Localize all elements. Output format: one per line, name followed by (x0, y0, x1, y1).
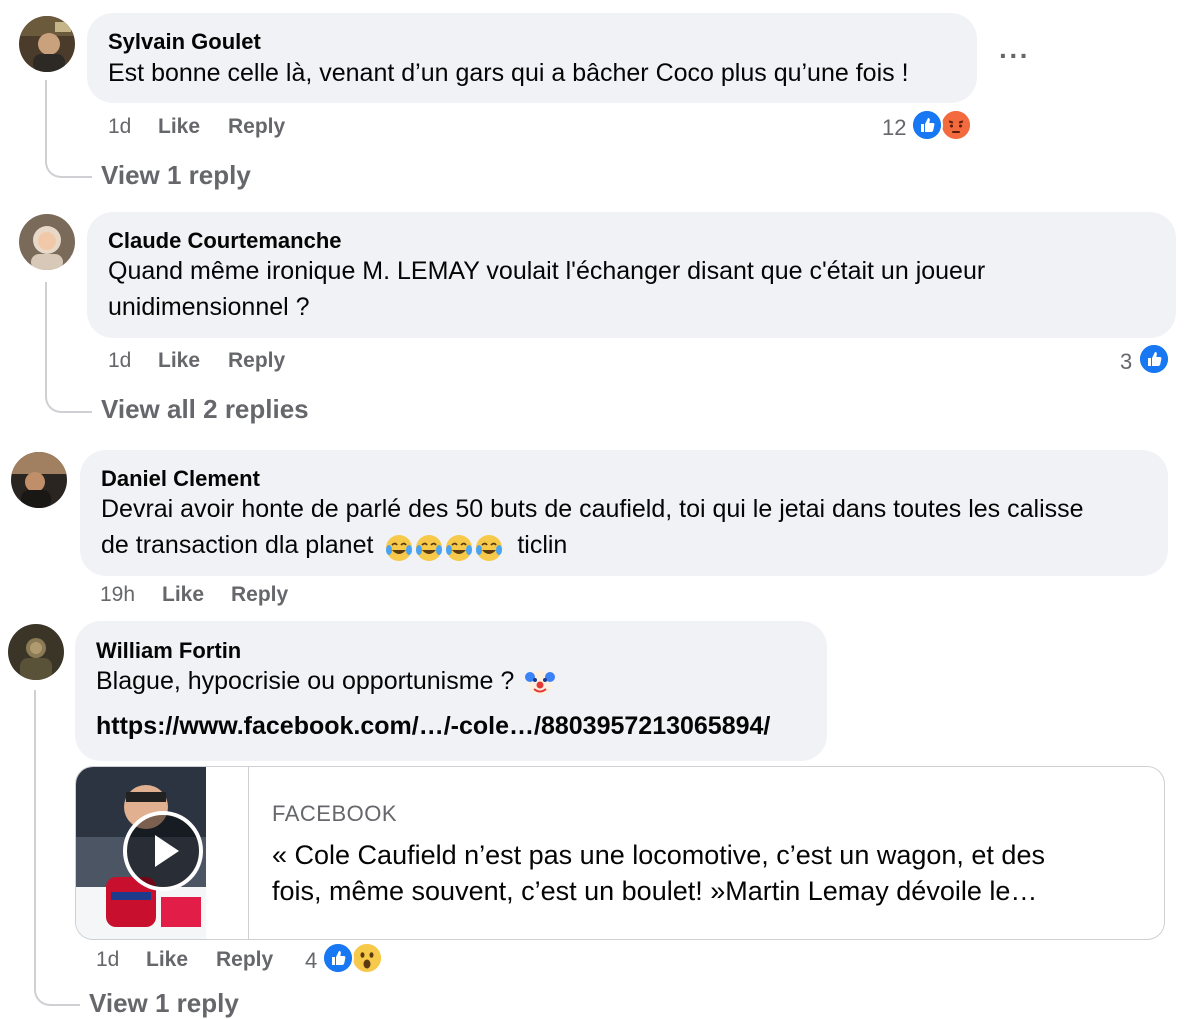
reply-button[interactable]: Reply (228, 349, 285, 373)
comment-author[interactable]: Daniel Clement (101, 466, 260, 492)
play-icon[interactable] (123, 811, 203, 891)
like-button[interactable]: Like (158, 115, 200, 139)
link-preview-card[interactable]: FACEBOOK « Cole Caufield n’est pas une l… (75, 766, 1165, 940)
reaction-count[interactable]: 12 (882, 115, 906, 141)
clown-face-icon (525, 671, 556, 696)
comment-time[interactable]: 1d (108, 115, 131, 139)
reaction-count[interactable]: 3 (1120, 349, 1132, 375)
angry-icon (940, 109, 972, 141)
comment-author[interactable]: Sylvain Goulet (108, 29, 261, 55)
like-button[interactable]: Like (158, 349, 200, 373)
reaction-count[interactable]: 4 (305, 948, 317, 974)
view-replies-link[interactable]: View 1 reply (101, 160, 251, 191)
comment-time[interactable]: 19h (100, 583, 135, 607)
laughing-tears-icon (416, 534, 443, 561)
comment-text: de transaction dla planet (101, 531, 374, 559)
laughing-tears-icon (386, 534, 413, 561)
comment-author[interactable]: Claude Courtemanche (108, 228, 342, 254)
comment-text: ticlin (517, 531, 568, 559)
thread-curve (34, 980, 80, 1006)
like-icon (322, 942, 354, 974)
comment-text: unidimensionnel ? (108, 293, 310, 321)
laughing-tears-icon (446, 534, 473, 561)
avatar[interactable] (19, 214, 75, 270)
like-button[interactable]: Like (162, 583, 204, 607)
comment-text-line: de transaction dla planet ticlin (101, 527, 567, 564)
comment-author[interactable]: William Fortin (96, 638, 241, 664)
like-icon (911, 109, 943, 141)
card-title: fois, même souvent, c’est un boulet! »Ma… (272, 876, 1038, 906)
comment-text: Est bonne celle là, venant d’un gars qui… (108, 59, 909, 87)
emoji-group (384, 528, 504, 564)
view-replies-link[interactable]: View all 2 replies (101, 394, 309, 425)
comment-time[interactable]: 1d (96, 948, 119, 972)
thread-line (45, 282, 47, 392)
comment-time[interactable]: 1d (108, 349, 131, 373)
like-button[interactable]: Like (146, 948, 188, 972)
reply-button[interactable]: Reply (216, 948, 273, 972)
shared-link[interactable]: https://www.facebook.com/…/-cole…/880395… (96, 712, 770, 741)
view-replies-link[interactable]: View 1 reply (89, 988, 239, 1019)
more-options-icon[interactable]: ··· (999, 40, 1030, 72)
comment-text: Devrai avoir honte de parlé des 50 buts … (101, 495, 1084, 523)
card-source: FACEBOOK (272, 801, 398, 826)
comment-text: Quand même ironique M. LEMAY voulait l'é… (108, 257, 986, 285)
thread-curve (45, 150, 92, 178)
reply-button[interactable]: Reply (228, 115, 285, 139)
comment-text: Blague, hypocrisie ou opportunisme ? (96, 667, 515, 695)
reply-button[interactable]: Reply (231, 583, 288, 607)
laughing-tears-icon (476, 534, 503, 561)
like-icon (1138, 343, 1170, 375)
thread-curve (45, 385, 92, 413)
avatar[interactable] (11, 452, 67, 508)
thread-line (45, 80, 47, 160)
thread-line (34, 690, 36, 990)
card-title: « Cole Caufield n’est pas une locomotive… (272, 840, 1045, 870)
avatar[interactable] (19, 16, 75, 72)
video-thumbnail[interactable] (76, 767, 249, 939)
avatar[interactable] (8, 624, 64, 680)
comment-text-line: Blague, hypocrisie ou opportunisme ? (96, 663, 556, 699)
wow-icon (351, 942, 383, 974)
